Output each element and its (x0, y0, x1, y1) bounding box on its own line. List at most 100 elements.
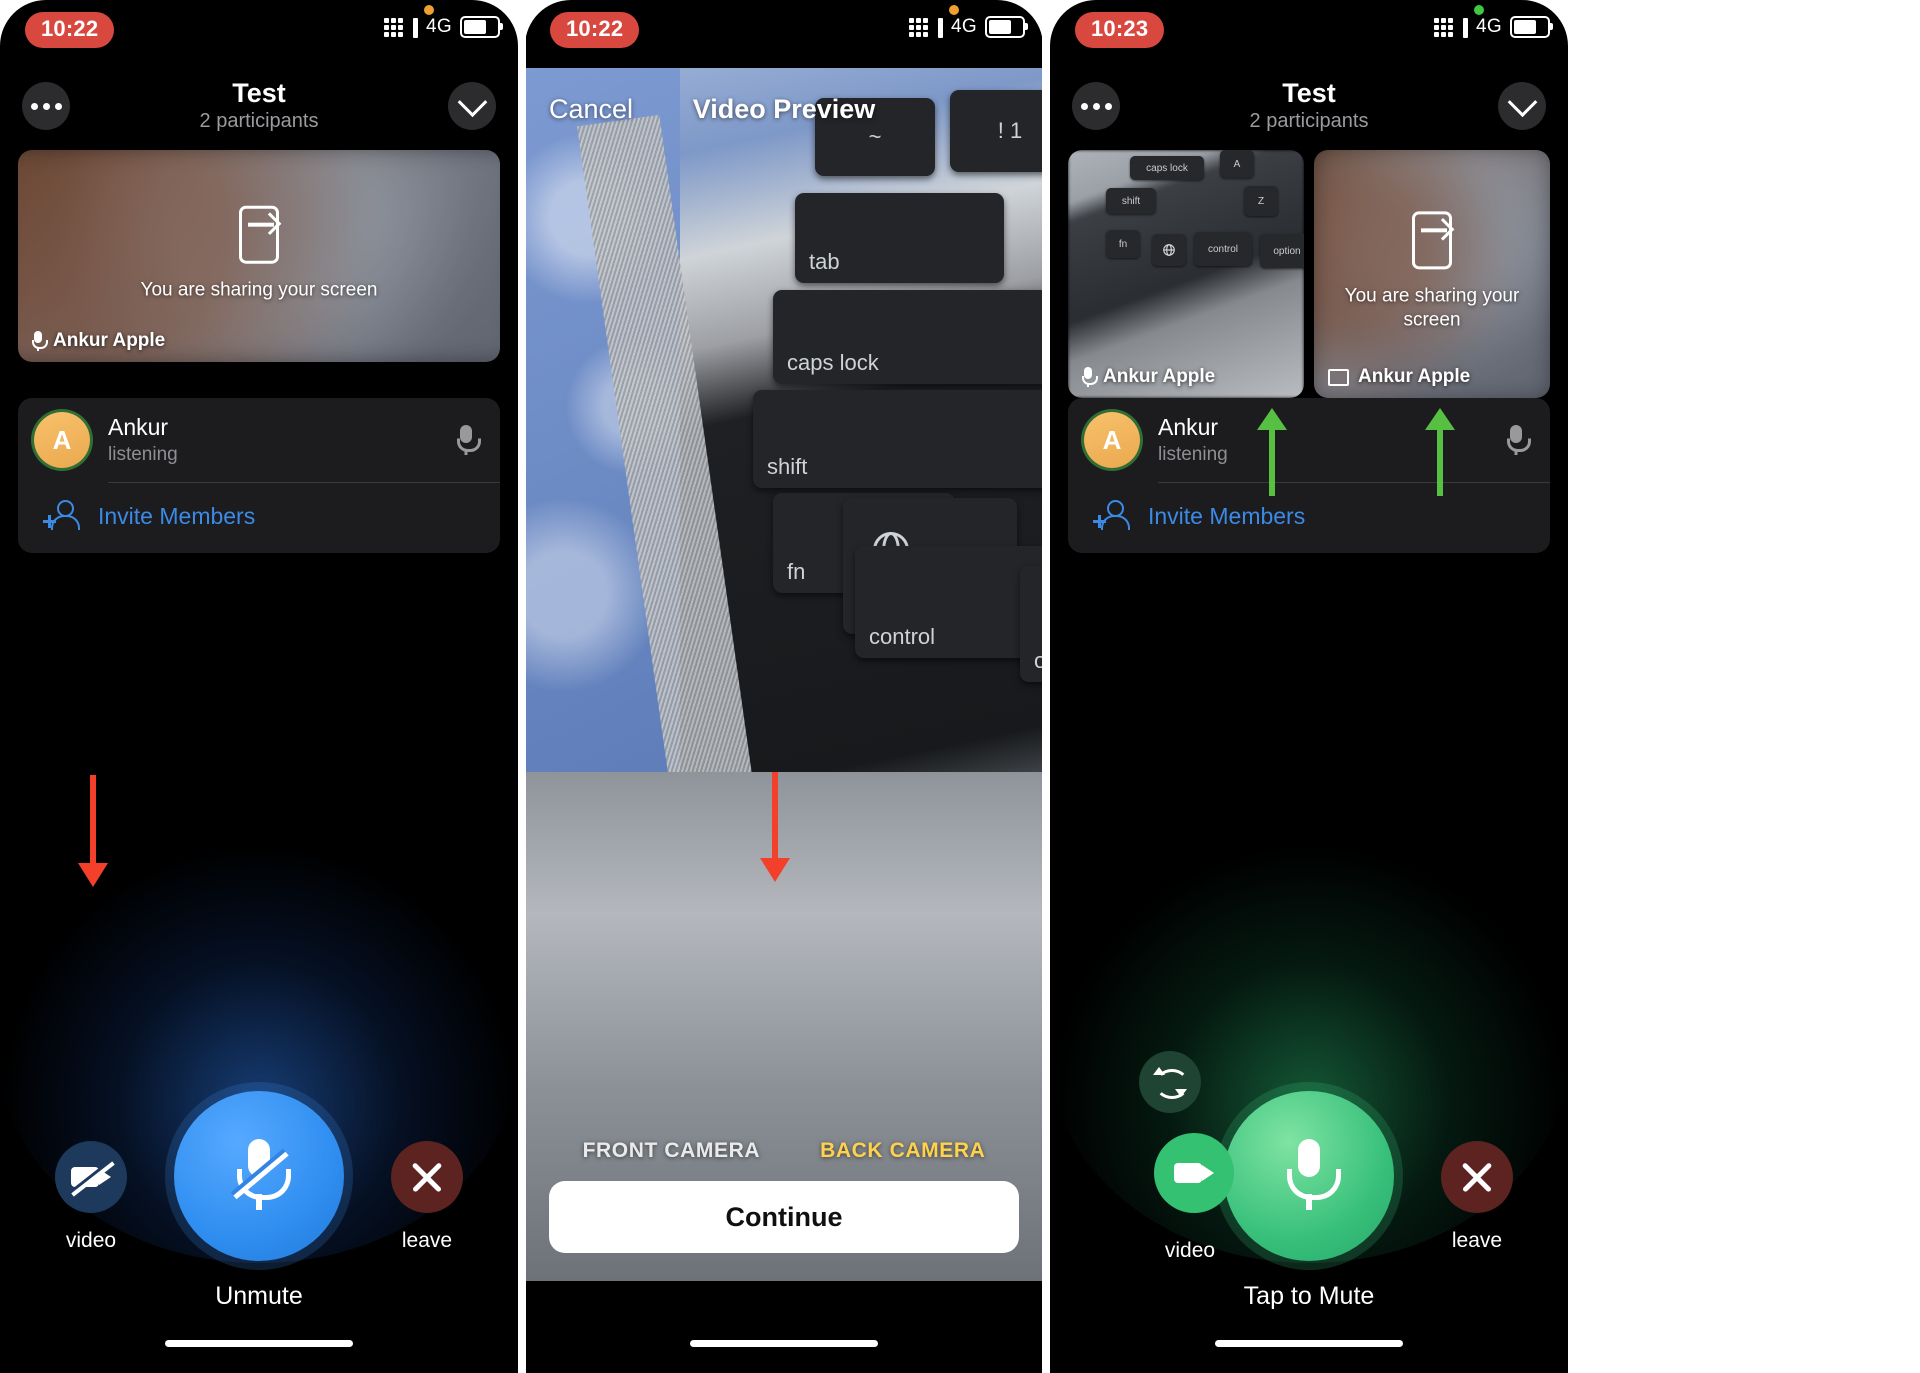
status-right-cluster: 4G (384, 16, 503, 38)
microphone-icon (1082, 367, 1098, 387)
call-title: Test (232, 78, 286, 108)
camera-tile[interactable]: caps lock A shift Z fn control option An… (1068, 150, 1304, 398)
chevron-down-icon (457, 86, 487, 117)
annotation-arrow-up-share-tile (1425, 408, 1455, 496)
keycap-shift: shift (753, 390, 1043, 488)
status-right-cluster: 4G (909, 16, 1028, 38)
status-time-pill: 10:22 (550, 12, 640, 48)
participant-row[interactable]: A Ankur listening (18, 398, 500, 482)
video-toggle-label: video (1164, 1239, 1216, 1262)
continue-button[interactable]: Continue (549, 1181, 1019, 1253)
invite-members-row[interactable]: Invite Members (18, 483, 500, 553)
invite-members-label: Invite Members (98, 502, 256, 529)
screen-share-message-group: You are sharing your screen (1314, 211, 1550, 332)
screen-share-message-group: You are sharing your screen (18, 205, 500, 303)
phone-panel-video-preview: 10:22 4G ~ ! 1 tab caps lock shift fn co… (525, 0, 1043, 1373)
status-right-cluster: 4G (1434, 16, 1553, 38)
network-type-label: 4G (951, 16, 977, 37)
flip-camera-button[interactable] (1139, 1051, 1201, 1113)
keycap-tab: tab (795, 193, 1004, 283)
unmute-label: Unmute (215, 1282, 303, 1310)
home-indicator[interactable] (1215, 1340, 1403, 1347)
participant-row[interactable]: A Ankur listening (1068, 398, 1550, 482)
call-controls-area: Tap to Mute video leave (1050, 843, 1568, 1373)
signal-strength-icon (1434, 17, 1454, 37)
video-toggle-button[interactable] (1154, 1133, 1234, 1213)
video-tiles-area: You are sharing your screen Ankur Apple (18, 150, 500, 362)
participants-card: A Ankur listening Invite Members (1068, 398, 1550, 553)
more-options-button[interactable] (22, 82, 70, 130)
screen-share-tile[interactable]: You are sharing your screen Ankur Apple (1314, 150, 1550, 398)
battery-icon (985, 16, 1028, 38)
signal-strength-icon (909, 17, 929, 37)
tile-keycap-fn: fn (1106, 230, 1140, 258)
participant-status: listening (108, 443, 178, 465)
mute-label: Tap to Mute (1243, 1282, 1375, 1310)
call-participant-count: 2 participants (199, 110, 319, 132)
avatar: A (34, 412, 90, 468)
annotation-arrow-down-video (78, 775, 108, 890)
tile-keycap-a: A (1220, 150, 1254, 178)
battery-icon (460, 16, 503, 38)
signal-bar-icon (1463, 18, 1469, 38)
participant-mic-icon[interactable] (457, 425, 481, 455)
tile-keycap-caps-lock: caps lock (1130, 156, 1204, 180)
screen-share-message: You are sharing your screen (1344, 285, 1520, 331)
unmute-button[interactable] (174, 1091, 344, 1261)
tile-participant-name: Ankur Apple (1358, 366, 1471, 387)
leave-call-button[interactable] (391, 1141, 463, 1213)
participant-name: Ankur (1158, 414, 1219, 441)
screen-share-icon (239, 205, 279, 264)
leave-call-button[interactable] (1441, 1141, 1513, 1213)
call-controls-area: Unmute video leave (0, 843, 518, 1373)
collapse-call-button[interactable] (1498, 82, 1546, 130)
signal-bar-icon (413, 18, 419, 38)
front-camera-option[interactable]: FRONT CAMERA (583, 1139, 761, 1163)
camera-selector: FRONT CAMERA BACK CAMERA (525, 1139, 1043, 1163)
home-indicator[interactable] (165, 1340, 353, 1347)
leave-call-label: leave (401, 1229, 453, 1252)
phone-panel-sharing-muted: 10:22 4G Test 2 participants You are sha… (0, 0, 518, 1373)
tile-keycap-z: Z (1244, 186, 1278, 216)
network-type-label: 4G (1476, 16, 1502, 37)
participant-status: listening (1158, 443, 1228, 465)
keycap-option: op (1020, 566, 1043, 682)
network-type-label: 4G (426, 16, 452, 37)
flip-camera-icon (1153, 1067, 1189, 1099)
chevron-down-icon (1507, 86, 1537, 117)
call-participant-count: 2 participants (1249, 110, 1369, 132)
video-off-icon (71, 1161, 115, 1197)
avatar: A (1084, 412, 1140, 468)
participant-mic-icon[interactable] (1507, 425, 1531, 455)
status-time-pill: 10:22 (25, 12, 115, 48)
invite-members-label: Invite Members (1148, 502, 1306, 529)
video-preview-surface: ~ ! 1 tab caps lock shift fn ^ control o… (525, 68, 1043, 1281)
back-camera-option[interactable]: BACK CAMERA (820, 1139, 985, 1163)
screen-share-tile[interactable]: You are sharing your screen Ankur Apple (18, 150, 500, 362)
keycap-control: control (855, 546, 1043, 658)
signal-bar-icon (938, 18, 944, 38)
microphone-muted-icon (233, 1139, 291, 1213)
microphone-privacy-indicator-icon (949, 5, 959, 15)
mute-button[interactable] (1224, 1091, 1394, 1261)
person-add-icon (1093, 498, 1130, 534)
leave-call-label: leave (1451, 1229, 1503, 1252)
screenshot-stage: 10:22 4G Test 2 participants You are sha… (0, 0, 1920, 1373)
video-toggle-button[interactable] (55, 1141, 127, 1213)
more-options-button[interactable] (1072, 82, 1120, 130)
annotation-arrow-up-camera-tile (1257, 408, 1287, 496)
tile-participant-name-row: Ankur Apple (32, 330, 165, 352)
signal-strength-icon (384, 17, 404, 37)
home-indicator[interactable] (690, 1340, 878, 1347)
call-title: Test (1282, 78, 1336, 108)
invite-members-row[interactable]: Invite Members (1068, 483, 1550, 553)
video-tiles-area: caps lock A shift Z fn control option An… (1068, 150, 1550, 398)
collapse-call-button[interactable] (448, 82, 496, 130)
video-toggle-label: video (65, 1229, 117, 1252)
tile-keycap-option: option (1260, 234, 1304, 268)
camera-privacy-indicator-icon (1474, 5, 1484, 15)
close-x-icon (408, 1158, 446, 1196)
microphone-icon (32, 331, 48, 351)
tile-keycap-globe (1152, 234, 1186, 266)
tile-participant-name: Ankur Apple (1103, 366, 1216, 387)
